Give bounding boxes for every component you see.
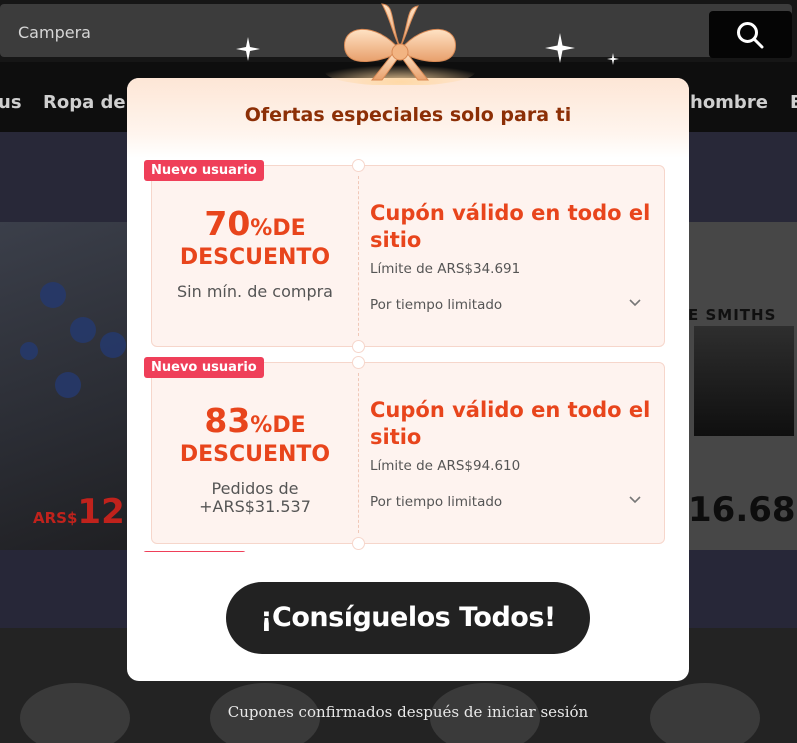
coupon-limit: Límite de ARS$34.691	[370, 261, 521, 277]
discount-word: DESCUENTO	[179, 245, 331, 270]
banner-price-left: ARS$12	[33, 492, 125, 532]
new-user-tag: Nuevo usuario	[144, 160, 264, 181]
nav-item-4[interactable]: E	[790, 92, 797, 113]
login-footnote: Cupones confirmados después de iniciar s…	[227, 703, 589, 721]
coupon-card[interactable]: Nuevo usuario 83%DE DESCUENTO Pedidos de…	[144, 356, 665, 550]
search-icon	[737, 22, 764, 49]
coupon-divider	[358, 373, 359, 533]
coupon-validity: Por tiempo limitado	[370, 494, 503, 510]
shirt-photo	[694, 326, 794, 436]
nav-item-3[interactable]: hombre	[690, 92, 768, 113]
coupon-title: Cupón válido en todo el sitio	[370, 398, 651, 449]
shirt-print-text: E SMITHS	[688, 306, 777, 324]
coupon-divider	[358, 176, 359, 336]
sparkle-icon	[236, 37, 260, 61]
coupon-title: Cupón válido en todo el sitio	[370, 201, 651, 252]
modal-header: Ofertas especiales solo para ti	[127, 78, 689, 158]
sparkle-icon	[545, 33, 575, 63]
search-input[interactable]: Campera	[18, 23, 91, 42]
coupon-list[interactable]: Nuevo usuario 70%DE DESCUENTO Sin mín. d…	[127, 158, 689, 552]
coupon-notch	[352, 340, 365, 353]
chevron-down-icon[interactable]	[628, 495, 642, 505]
banner-image-left: ARS$12	[0, 222, 145, 550]
coupon-condition: Pedidos de +ARS$31.537	[199, 479, 311, 516]
new-user-tag: Nuevo usuario	[144, 357, 264, 378]
sparkle-icon	[607, 53, 619, 65]
nav-item-1[interactable]: us	[0, 92, 22, 113]
coupon-limit: Límite de ARS$94.610	[370, 458, 521, 474]
get-all-coupons-button[interactable]: ¡Consíguelos Todos!	[226, 582, 590, 654]
coupon-condition: Sin mín. de compra	[177, 282, 333, 301]
banner-price-right: 16.683	[688, 490, 797, 530]
discount-word: DESCUENTO	[179, 442, 331, 467]
coupon-notch	[352, 537, 365, 550]
coupon-notch	[352, 356, 365, 369]
coupon-notch	[352, 159, 365, 172]
coupon-card[interactable]: Nuevo usuario 70%DE DESCUENTO Sin mín. d…	[144, 159, 665, 353]
discount-percent: 83%DE	[204, 401, 306, 440]
search-button[interactable]	[709, 11, 792, 58]
chevron-down-icon[interactable]	[628, 298, 642, 308]
gift-bow-icon	[325, 3, 475, 85]
modal-title: Ofertas especiales solo para ti	[244, 104, 572, 126]
product-thumb[interactable]	[20, 683, 130, 743]
next-coupon-tag	[143, 551, 246, 552]
discount-percent: 70%DE	[204, 204, 306, 243]
coupon-modal: Ofertas especiales solo para ti Nuevo us…	[127, 78, 689, 681]
coupon-validity: Por tiempo limitado	[370, 297, 503, 313]
